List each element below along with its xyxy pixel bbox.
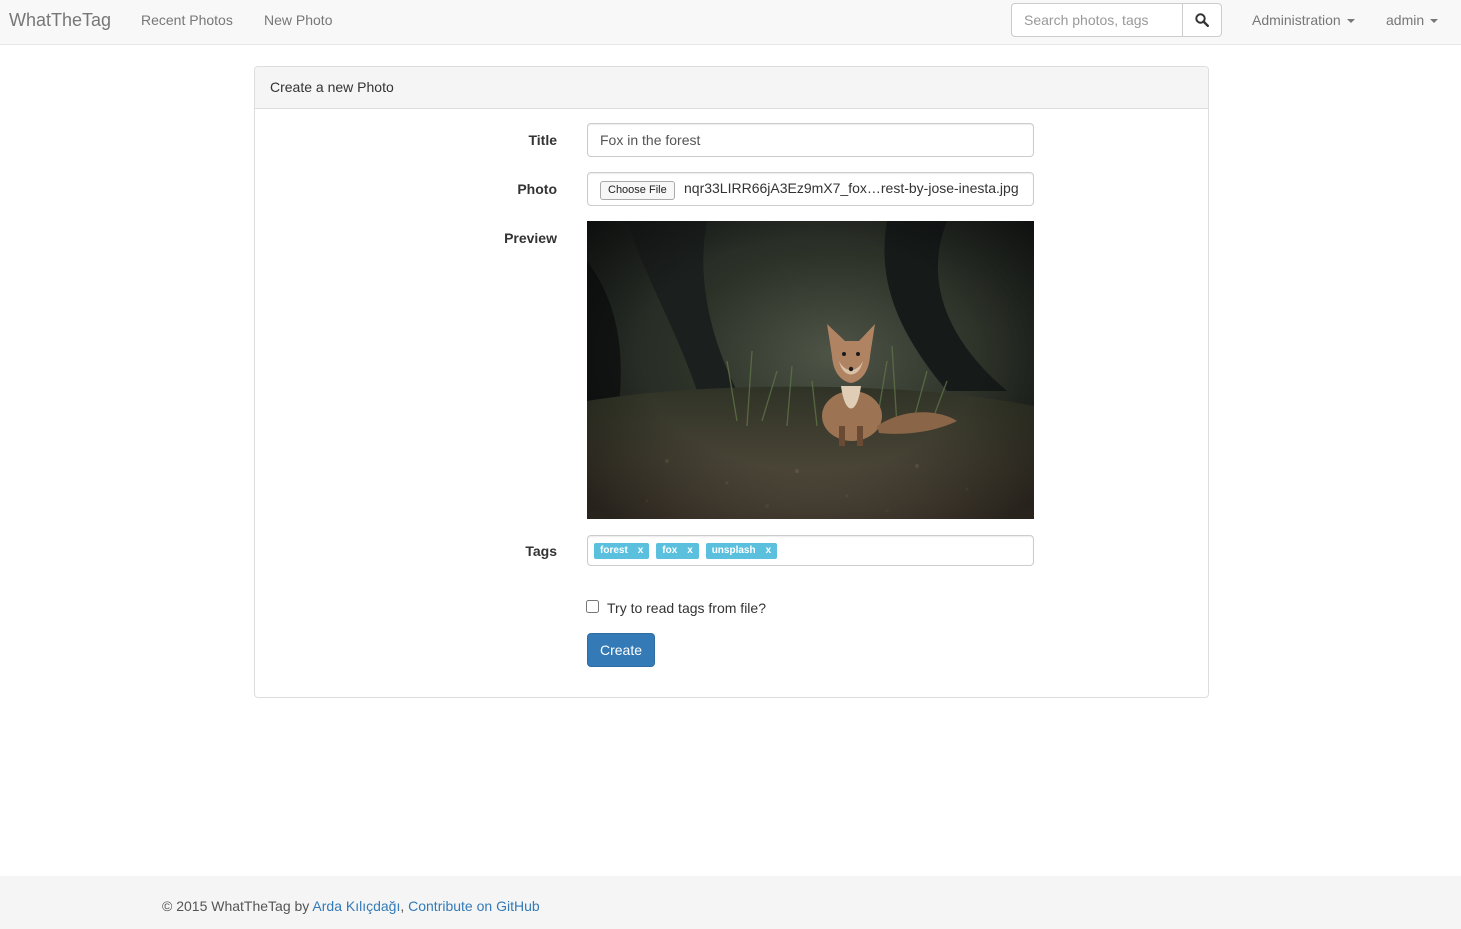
tag-remove-button[interactable]: x bbox=[766, 545, 772, 556]
tag-remove-button[interactable]: x bbox=[638, 545, 644, 556]
title-label: Title bbox=[528, 132, 557, 148]
github-link[interactable]: Contribute on GitHub bbox=[408, 898, 540, 914]
footer-separator: , bbox=[400, 898, 409, 914]
tag-chip: forest x bbox=[594, 543, 650, 559]
caret-down-icon bbox=[1346, 19, 1355, 24]
tag-chip: fox x bbox=[656, 543, 699, 559]
file-name: nqr33LIRR66jA3Ez9mX7_fox…rest-by-jose-in… bbox=[684, 180, 1019, 196]
fox-photo bbox=[587, 221, 1034, 519]
tags-input[interactable]: forest x fox x unsplash x bbox=[587, 535, 1034, 566]
preview-label: Preview bbox=[504, 230, 557, 246]
brand-link[interactable]: WhatTheTag bbox=[9, 10, 111, 31]
nav-recent-photos[interactable]: Recent Photos bbox=[141, 12, 233, 28]
choose-file-button[interactable]: Choose File bbox=[600, 181, 675, 200]
read-tags-label[interactable]: Try to read tags from file? bbox=[607, 600, 766, 616]
navbar: WhatTheTag Recent Photos New Photo Admin… bbox=[0, 0, 1461, 45]
tag-label: unsplash bbox=[711, 545, 756, 556]
read-tags-checkbox[interactable] bbox=[586, 600, 599, 613]
caret-down-icon bbox=[1430, 19, 1439, 24]
tag-label: forest bbox=[600, 545, 628, 556]
user-label: admin bbox=[1386, 12, 1425, 28]
search-button[interactable] bbox=[1182, 3, 1222, 37]
footer-copyright: © 2015 WhatTheTag by bbox=[162, 898, 313, 914]
photo-preview bbox=[587, 221, 1034, 519]
author-link[interactable]: Arda Kılıçdağı bbox=[312, 898, 400, 914]
footer-text: © 2015 WhatTheTag by Arda Kılıçdağı, Con… bbox=[162, 898, 540, 914]
administration-dropdown[interactable]: Administration bbox=[1252, 12, 1355, 28]
footer: © 2015 WhatTheTag by Arda Kılıçdağı, Con… bbox=[0, 876, 1461, 929]
create-button[interactable]: Create bbox=[587, 633, 655, 667]
administration-label: Administration bbox=[1252, 12, 1341, 28]
search-input[interactable] bbox=[1011, 3, 1183, 37]
panel-heading: Create a new Photo bbox=[255, 67, 1208, 109]
nav-new-photo[interactable]: New Photo bbox=[264, 12, 332, 28]
photo-label: Photo bbox=[517, 181, 557, 197]
title-input[interactable] bbox=[587, 123, 1034, 157]
photo-file-input[interactable]: Choose File nqr33LIRR66jA3Ez9mX7_fox…res… bbox=[587, 172, 1034, 206]
search-icon bbox=[1195, 13, 1209, 27]
tag-chip: unsplash x bbox=[705, 543, 778, 559]
tag-remove-button[interactable]: x bbox=[687, 545, 693, 556]
user-dropdown[interactable]: admin bbox=[1386, 12, 1439, 28]
tag-label: fox bbox=[662, 545, 678, 556]
tags-label: Tags bbox=[525, 543, 557, 559]
